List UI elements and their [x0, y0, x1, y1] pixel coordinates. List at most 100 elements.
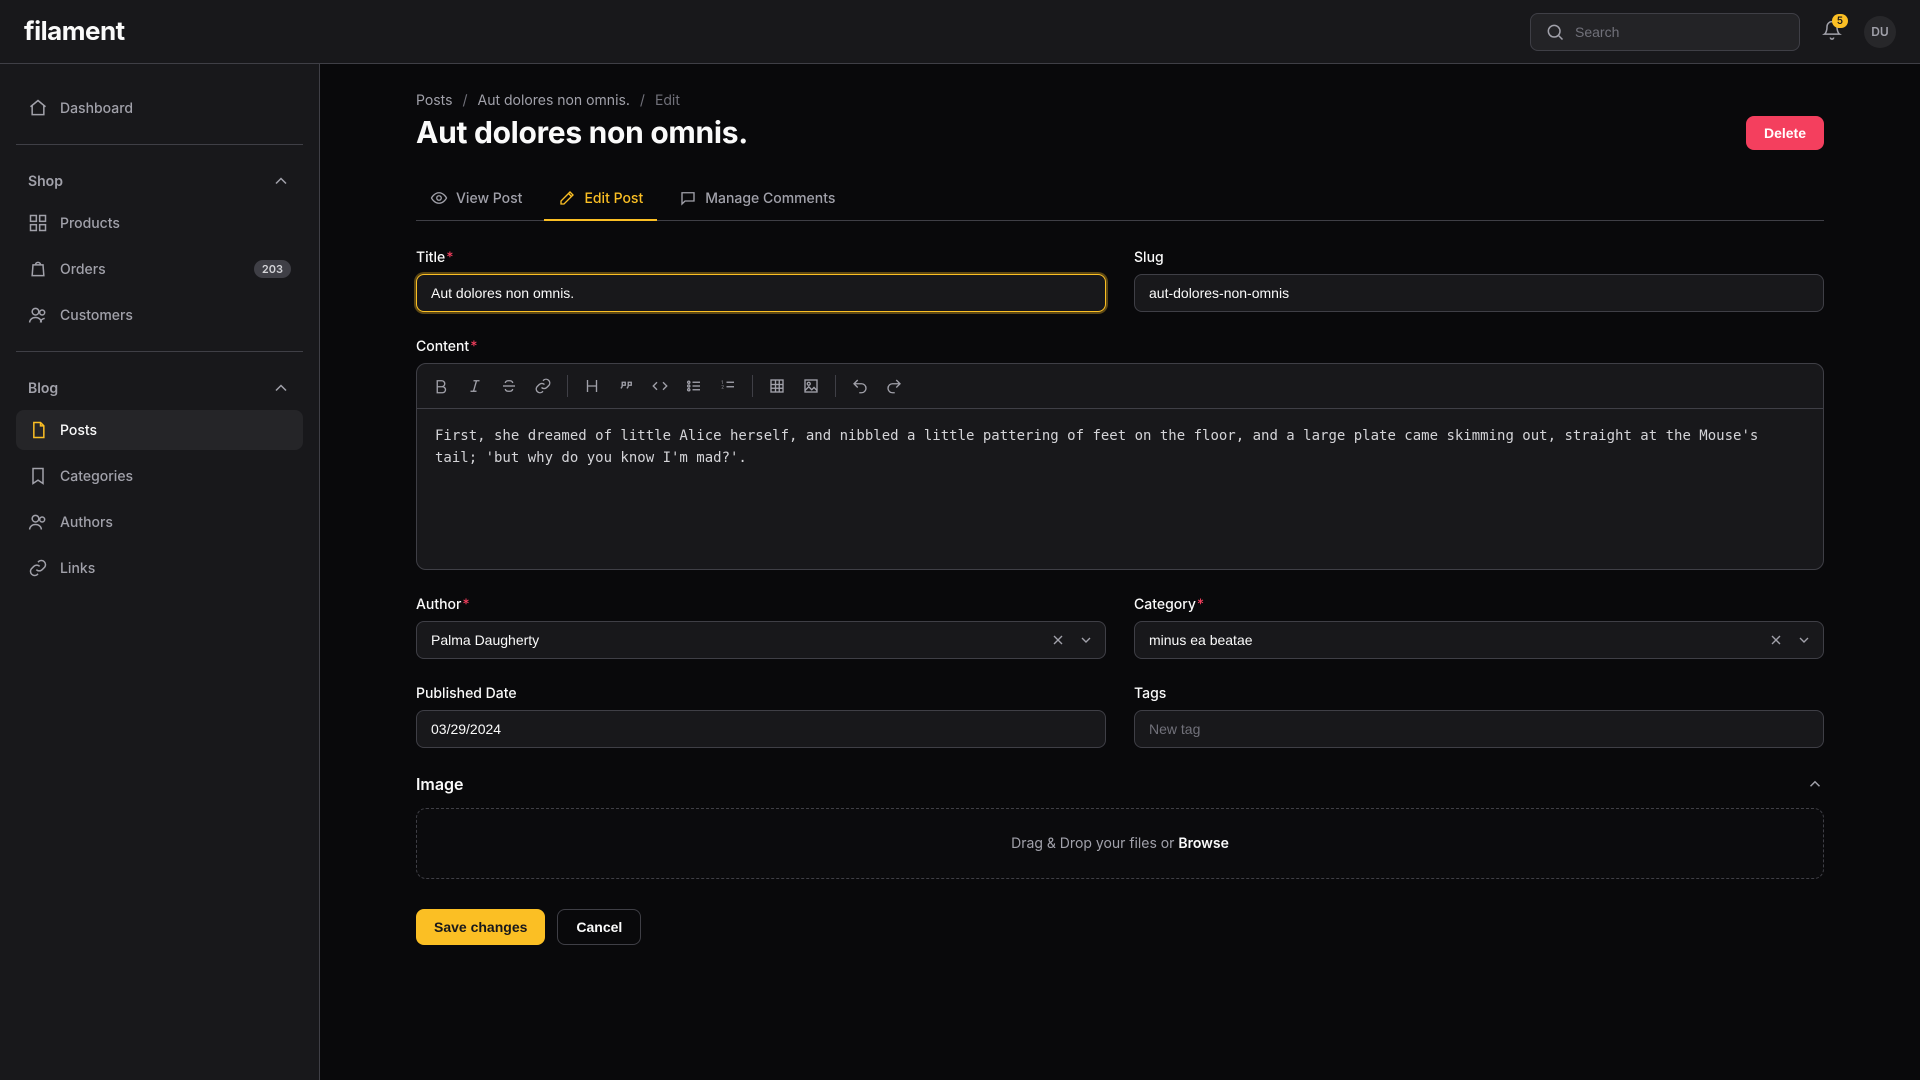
italic-button[interactable]: [459, 370, 491, 402]
required-indicator: *: [462, 596, 469, 613]
chevron-up-icon: [1806, 775, 1824, 793]
ordered-list-button[interactable]: 12: [712, 370, 744, 402]
tab-view-post[interactable]: View Post: [416, 177, 536, 221]
notification-count-badge: 5: [1832, 14, 1848, 28]
breadcrumb-current: Edit: [655, 92, 680, 109]
breadcrumb-link-post[interactable]: Aut dolores non omnis.: [478, 92, 630, 109]
sidebar-item-label: Authors: [60, 514, 113, 531]
title-label: Title*: [416, 249, 1106, 266]
page-title: Aut dolores non omnis.: [416, 115, 748, 151]
tags-label: Tags: [1134, 685, 1824, 702]
category-select[interactable]: [1134, 621, 1824, 659]
sidebar-item-links[interactable]: Links: [16, 548, 303, 588]
sidebar-item-label: Dashboard: [60, 100, 133, 117]
category-dropdown-toggle[interactable]: [1792, 628, 1816, 652]
sidebar-item-label: Orders: [60, 261, 106, 278]
sidebar-item-posts[interactable]: Posts: [16, 410, 303, 450]
redo-button[interactable]: [878, 370, 910, 402]
slug-label: Slug: [1134, 249, 1824, 266]
tab-label: Manage Comments: [705, 190, 835, 207]
content-editable[interactable]: First, she dreamed of little Alice herse…: [417, 409, 1823, 569]
sidebar-item-categories[interactable]: Categories: [16, 456, 303, 496]
sidebar-item-label: Products: [60, 215, 120, 232]
tags-input[interactable]: [1134, 710, 1824, 748]
tab-manage-comments[interactable]: Manage Comments: [665, 177, 849, 221]
published-date-input[interactable]: [416, 710, 1106, 748]
eye-icon: [430, 189, 448, 207]
sidebar-divider: [16, 351, 303, 352]
chevron-up-icon: [271, 171, 291, 191]
topbar: filament 5 DU: [0, 0, 1920, 64]
field-title: Title*: [416, 249, 1106, 312]
heading-button[interactable]: [576, 370, 608, 402]
author-select[interactable]: [416, 621, 1106, 659]
breadcrumb-separator: /: [640, 92, 645, 109]
field-author: Author*: [416, 596, 1106, 659]
bullet-list-button[interactable]: [678, 370, 710, 402]
field-slug: Slug: [1134, 249, 1824, 312]
sidebar-group-shop[interactable]: Shop: [16, 161, 303, 197]
sidebar-item-products[interactable]: Products: [16, 203, 303, 243]
required-indicator: *: [1197, 596, 1204, 613]
pencil-square-icon: [558, 189, 576, 207]
author-dropdown-toggle[interactable]: [1074, 628, 1098, 652]
blockquote-button[interactable]: [610, 370, 642, 402]
clear-author-button[interactable]: [1046, 628, 1070, 652]
sidebar-item-orders[interactable]: Orders 203: [16, 249, 303, 289]
sidebar-divider: [16, 144, 303, 145]
code-button[interactable]: [644, 370, 676, 402]
tabs: View Post Edit Post Manage Comments: [416, 177, 1824, 221]
app-logo[interactable]: filament: [24, 16, 125, 47]
field-content: Content* 12: [416, 338, 1824, 570]
category-label: Category*: [1134, 596, 1824, 613]
title-input[interactable]: [416, 274, 1106, 312]
toolbar-separator: [752, 375, 753, 397]
sidebar-group-blog[interactable]: Blog: [16, 368, 303, 404]
image-section-label: Image: [416, 774, 464, 794]
chevron-down-icon: [1078, 632, 1094, 648]
image-button[interactable]: [795, 370, 827, 402]
link-icon: [28, 558, 48, 578]
dropzone-browse-link[interactable]: Browse: [1178, 835, 1229, 852]
dropzone-text: Drag & Drop your files or: [1011, 835, 1178, 852]
orders-count-badge: 203: [254, 260, 291, 278]
search-icon: [1545, 22, 1565, 42]
toolbar-separator: [835, 375, 836, 397]
avatar-initials: DU: [1871, 24, 1889, 39]
cancel-button[interactable]: Cancel: [557, 909, 641, 945]
tab-edit-post[interactable]: Edit Post: [544, 177, 657, 221]
global-search[interactable]: [1530, 13, 1800, 51]
sidebar-item-authors[interactable]: Authors: [16, 502, 303, 542]
sidebar-item-label: Categories: [60, 468, 133, 485]
delete-button[interactable]: Delete: [1746, 116, 1824, 150]
sidebar-group-label: Blog: [28, 380, 58, 397]
save-button[interactable]: Save changes: [416, 909, 545, 945]
x-icon: [1768, 632, 1784, 648]
chevron-up-icon: [271, 378, 291, 398]
rich-text-editor: 12 First, she dreamed of little Alice he…: [416, 363, 1824, 570]
undo-button[interactable]: [844, 370, 876, 402]
tab-label: Edit Post: [584, 190, 643, 207]
image-dropzone[interactable]: Drag & Drop your files or Browse: [416, 808, 1824, 879]
breadcrumb: Posts / Aut dolores non omnis. / Edit: [416, 92, 1824, 109]
notifications-button[interactable]: 5: [1816, 14, 1848, 50]
field-tags: Tags: [1134, 685, 1824, 748]
home-icon: [28, 98, 48, 118]
user-avatar[interactable]: DU: [1864, 16, 1896, 48]
sidebar-item-label: Posts: [60, 422, 97, 439]
required-indicator: *: [446, 249, 453, 266]
breadcrumb-separator: /: [462, 92, 467, 109]
sidebar-group-label: Shop: [28, 173, 63, 190]
link-button[interactable]: [527, 370, 559, 402]
strikethrough-button[interactable]: [493, 370, 525, 402]
sidebar-item-label: Links: [60, 560, 95, 577]
global-search-input[interactable]: [1575, 24, 1785, 40]
bold-button[interactable]: [425, 370, 457, 402]
clear-category-button[interactable]: [1764, 628, 1788, 652]
breadcrumb-link-posts[interactable]: Posts: [416, 92, 452, 109]
sidebar-item-customers[interactable]: Customers: [16, 295, 303, 335]
slug-input[interactable]: [1134, 274, 1824, 312]
sidebar-item-dashboard[interactable]: Dashboard: [16, 88, 303, 128]
image-section-toggle[interactable]: Image: [416, 774, 1824, 794]
table-button[interactable]: [761, 370, 793, 402]
